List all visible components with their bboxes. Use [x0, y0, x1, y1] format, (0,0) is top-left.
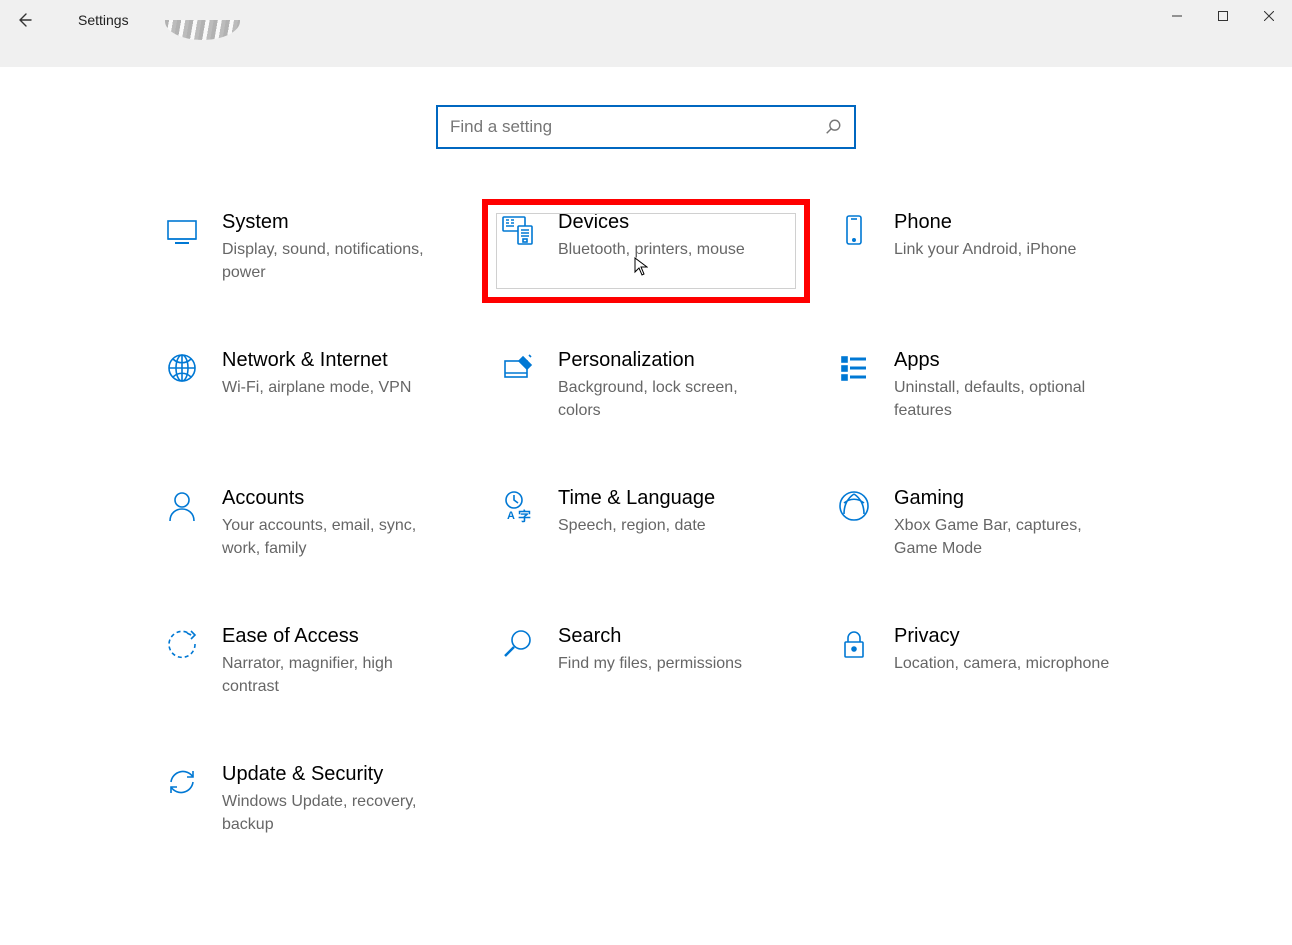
- tile-desc: Xbox Game Bar, captures, Game Mode: [894, 514, 1114, 560]
- tile-title: Gaming: [894, 487, 1114, 510]
- tile-title: Network & Internet: [222, 349, 411, 372]
- tile-network[interactable]: Network & Internet Wi-Fi, airplane mode,…: [150, 341, 470, 437]
- tile-time-language[interactable]: A 字 Time & Language Speech, region, date: [486, 479, 806, 575]
- tile-desc: Find my files, permissions: [558, 652, 742, 675]
- tile-title: System: [222, 211, 442, 234]
- tile-personalization[interactable]: Personalization Background, lock screen,…: [486, 341, 806, 437]
- tile-update-security[interactable]: Update & Security Windows Update, recove…: [150, 755, 470, 851]
- ease-of-access-icon: [160, 627, 204, 661]
- settings-grid: System Display, sound, notifications, po…: [150, 203, 1142, 851]
- devices-icon: [496, 213, 540, 247]
- content: System Display, sound, notifications, po…: [0, 67, 1292, 851]
- tile-title: Devices: [558, 211, 745, 234]
- tile-title: Phone: [894, 211, 1076, 234]
- svg-text:A: A: [507, 510, 515, 522]
- tile-title: Time & Language: [558, 487, 715, 510]
- close-button[interactable]: [1246, 0, 1292, 32]
- magnifier-icon: [496, 627, 540, 661]
- tile-devices[interactable]: Devices Bluetooth, printers, mouse: [486, 203, 806, 299]
- tile-desc: Uninstall, defaults, optional features: [894, 376, 1114, 422]
- tile-privacy[interactable]: Privacy Location, camera, microphone: [822, 617, 1142, 713]
- tile-desc: Location, camera, microphone: [894, 652, 1109, 675]
- apps-icon: [832, 351, 876, 385]
- tile-desc: Windows Update, recovery, backup: [222, 790, 442, 836]
- tile-title: Accounts: [222, 487, 442, 510]
- tile-title: Personalization: [558, 349, 778, 372]
- tile-desc: Link your Android, iPhone: [894, 238, 1076, 261]
- tile-desc: Bluetooth, printers, mouse: [558, 238, 745, 261]
- titlebar: Settings: [0, 0, 1292, 40]
- window-title: Settings: [78, 12, 129, 28]
- tile-title: Ease of Access: [222, 625, 442, 648]
- personalization-icon: [496, 351, 540, 385]
- phone-icon: [832, 213, 876, 247]
- tile-desc: Speech, region, date: [558, 514, 715, 537]
- globe-icon: [160, 351, 204, 385]
- tile-desc: Your accounts, email, sync, work, family: [222, 514, 442, 560]
- tile-gaming[interactable]: Gaming Xbox Game Bar, captures, Game Mod…: [822, 479, 1142, 575]
- gaming-icon: [832, 489, 876, 523]
- search-input[interactable]: [450, 117, 824, 137]
- tile-desc: Wi-Fi, airplane mode, VPN: [222, 376, 411, 399]
- tile-desc: Display, sound, notifications, power: [222, 238, 442, 284]
- tile-desc: Narrator, magnifier, high contrast: [222, 652, 442, 698]
- tile-search[interactable]: Search Find my files, permissions: [486, 617, 806, 713]
- accounts-icon: [160, 489, 204, 523]
- minimize-button[interactable]: [1154, 0, 1200, 32]
- tile-accounts[interactable]: Accounts Your accounts, email, sync, wor…: [150, 479, 470, 575]
- tile-phone[interactable]: Phone Link your Android, iPhone: [822, 203, 1142, 299]
- tile-desc: Background, lock screen, colors: [558, 376, 778, 422]
- svg-text:字: 字: [518, 509, 531, 523]
- tile-title: Update & Security: [222, 763, 442, 786]
- search-box[interactable]: [436, 105, 856, 149]
- tile-apps[interactable]: Apps Uninstall, defaults, optional featu…: [822, 341, 1142, 437]
- window-controls: [1154, 0, 1292, 32]
- time-language-icon: A 字: [496, 489, 540, 523]
- search-icon: [824, 118, 842, 136]
- tile-title: Search: [558, 625, 742, 648]
- maximize-button[interactable]: [1200, 0, 1246, 32]
- lock-icon: [832, 627, 876, 661]
- header-band: [0, 40, 1292, 67]
- tile-title: Privacy: [894, 625, 1109, 648]
- tile-title: Apps: [894, 349, 1114, 372]
- back-button[interactable]: [0, 0, 48, 40]
- tile-ease-of-access[interactable]: Ease of Access Narrator, magnifier, high…: [150, 617, 470, 713]
- system-icon: [160, 213, 204, 247]
- tile-system[interactable]: System Display, sound, notifications, po…: [150, 203, 470, 299]
- update-icon: [160, 765, 204, 799]
- avatar: [165, 20, 240, 40]
